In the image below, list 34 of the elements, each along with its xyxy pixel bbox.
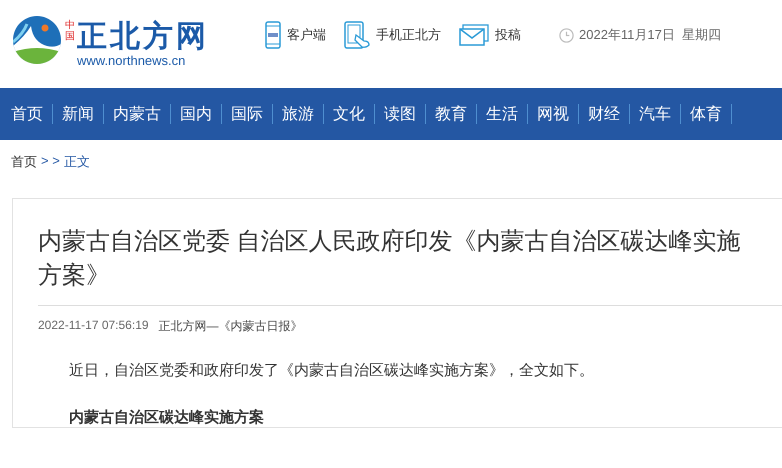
tablet-touch-icon — [344, 21, 370, 49]
nav-link[interactable]: 国内 — [180, 104, 221, 124]
top-link[interactable]: 手机正北方 — [344, 21, 441, 49]
phone-app-icon — [265, 21, 281, 49]
envelope-icon — [459, 24, 489, 46]
nav-link[interactable]: 内蒙古 — [113, 104, 170, 124]
current-date: 2022年11月17日 星期四 — [579, 26, 722, 44]
clock-icon — [559, 28, 574, 42]
breadcrumb-home-link[interactable]: 首页 — [11, 153, 37, 178]
nav-link[interactable]: 读图 — [384, 104, 425, 124]
site-url: www.northnews.cn — [77, 54, 186, 68]
logo-seal-text: 中国 — [65, 20, 75, 42]
article-source: 正北方网—《内蒙古日报》 — [158, 318, 303, 335]
nav-link[interactable]: 体育 — [690, 104, 731, 124]
nav-link[interactable]: 文化 — [333, 104, 374, 124]
top-link[interactable]: 客户端 — [265, 21, 326, 49]
nav-link[interactable]: 汽车 — [639, 104, 680, 124]
nav-link[interactable]: 财经 — [588, 104, 629, 124]
nav-link[interactable]: 首页 — [11, 104, 52, 124]
nav-link[interactable]: 国际 — [231, 104, 272, 124]
nav-link[interactable]: 网视 — [537, 104, 578, 124]
publish-time: 2022-11-17 07:56:19 — [38, 318, 149, 334]
nav-link[interactable]: 旅游 — [282, 104, 323, 124]
site-logo-name: 正北方网 — [77, 20, 209, 54]
breadcrumb-separator: > > — [41, 153, 60, 170]
top-link[interactable]: 投稿 — [459, 24, 521, 46]
article-paragraph: 近日，自治区党委和政府印发了《内蒙古自治区碳达峰实施方案》，全文如下。 — [69, 361, 595, 380]
logo-emblem-icon — [13, 16, 61, 64]
nav-link[interactable]: 新闻 — [62, 104, 103, 124]
article-title: 内蒙古自治区党委 自治区人民政府印发《内蒙古自治区碳达峰实施方案》 — [38, 227, 742, 291]
article-subheading: 内蒙古自治区碳达峰实施方案 — [69, 408, 265, 427]
breadcrumb-current-link[interactable]: 正文 — [64, 153, 90, 178]
nav-link[interactable]: 教育 — [435, 104, 476, 124]
nav-link[interactable]: 生活 — [486, 104, 527, 124]
